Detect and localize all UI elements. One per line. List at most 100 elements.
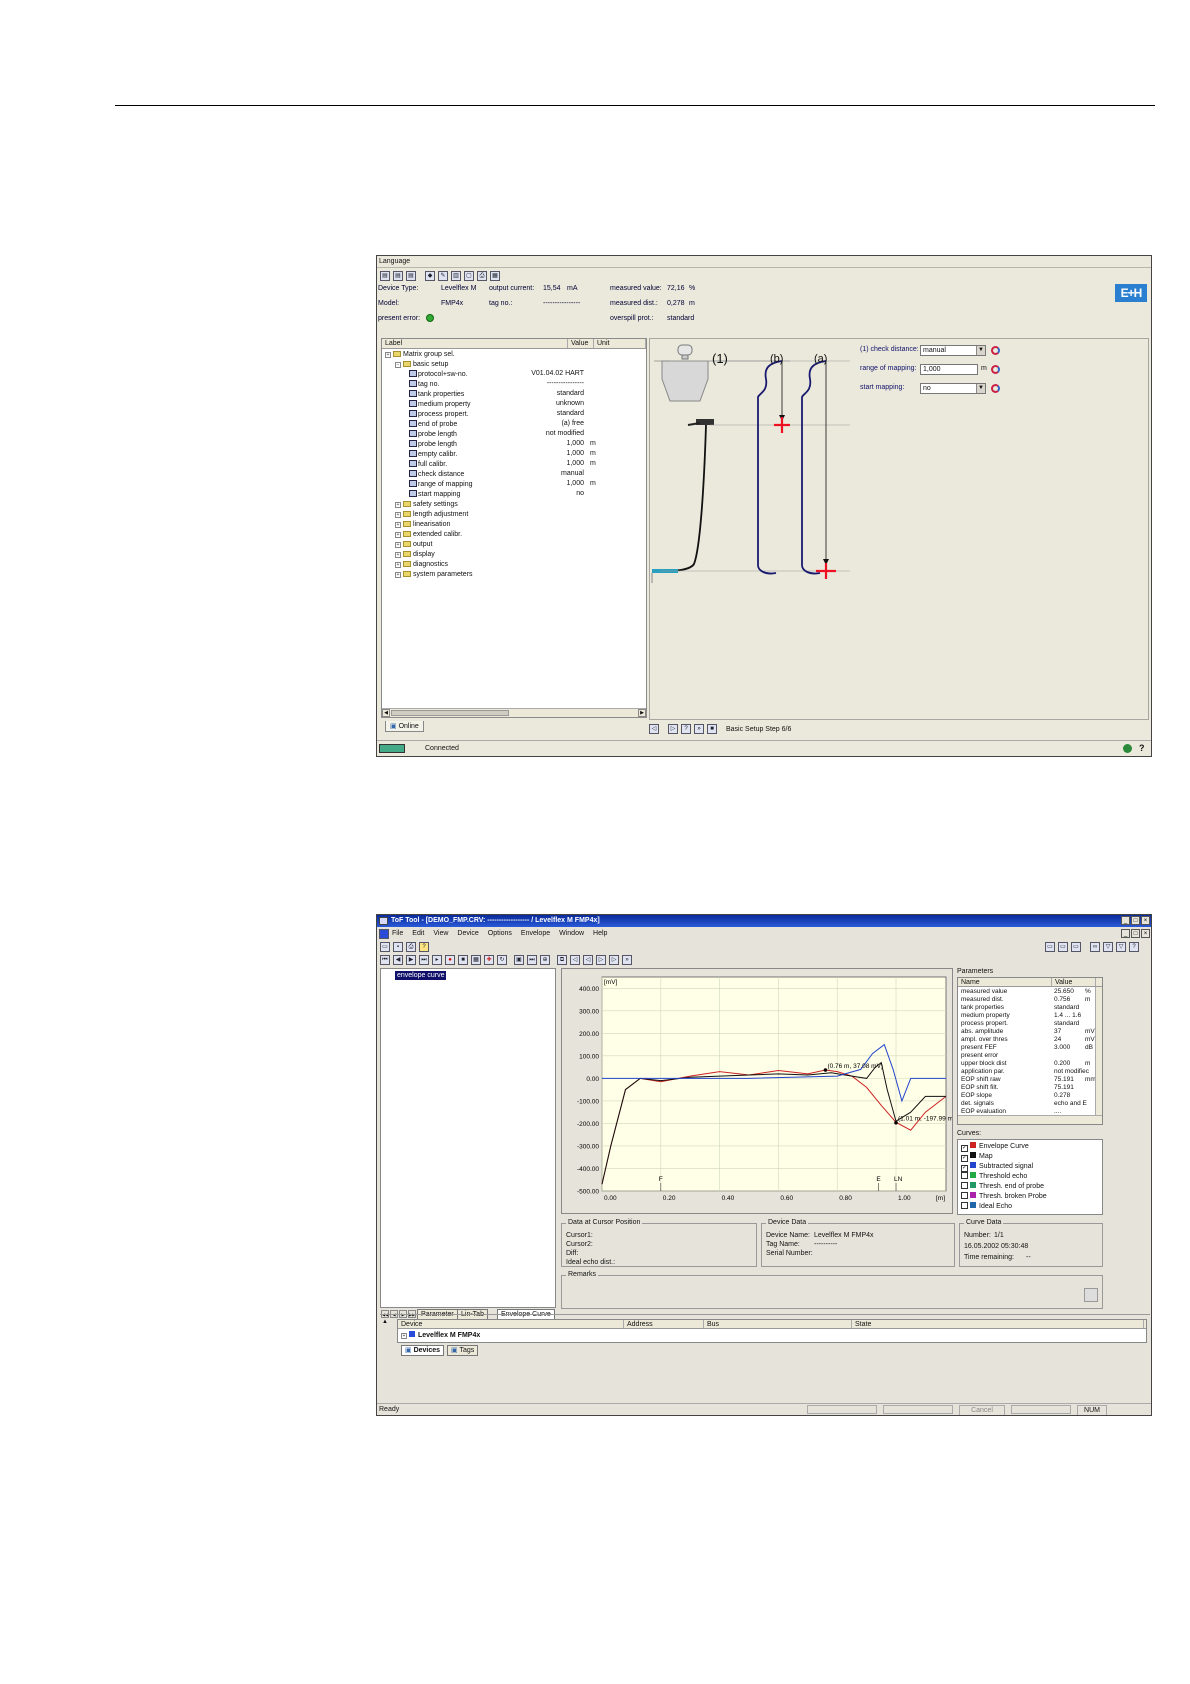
filter-2-icon[interactable]: ▽ [1116, 941, 1126, 952]
tree-item[interactable]: probe length [409, 440, 457, 450]
record-icon[interactable]: ● [445, 954, 455, 965]
expand-icon[interactable]: + [385, 352, 391, 358]
cancel-button[interactable]: Cancel [959, 1405, 1005, 1415]
device-row[interactable]: + Levelflex M FMP4x [401, 1331, 480, 1340]
menu-item[interactable]: Edit [412, 930, 424, 937]
table-view-3-icon[interactable]: ▤ [406, 271, 416, 281]
scroll-right-icon[interactable]: ▶ [638, 709, 646, 717]
child-restore-button[interactable]: □ [1131, 929, 1140, 938]
tree-group[interactable]: + system parameters [395, 570, 473, 580]
table-view-icon[interactable]: ▤ [380, 271, 390, 281]
help-question-icon[interactable]: ? [419, 941, 429, 952]
last-icon[interactable]: ⏭ [419, 954, 429, 965]
finish-icon[interactable]: ■ [707, 724, 717, 734]
first-icon[interactable]: ⏮ [380, 954, 390, 965]
tree-item[interactable]: range of mapping [409, 480, 472, 490]
device-tab[interactable]: ▣ Tags [447, 1345, 479, 1356]
nav-1-icon[interactable]: ◁ [570, 954, 580, 965]
copy-icon[interactable]: ⧉ [557, 954, 567, 965]
curve-item[interactable]: Ideal Echo [961, 1202, 1012, 1211]
scroll-left-icon[interactable]: ◀ [382, 709, 390, 717]
expand-icon[interactable]: + [395, 562, 401, 568]
curve-item[interactable]: ✓ Envelope Curve [961, 1142, 1029, 1152]
stop-icon[interactable]: ■ [458, 954, 468, 965]
splitter[interactable] [380, 1314, 1150, 1315]
checkbox-checked-icon[interactable]: ✓ [961, 1165, 968, 1172]
curve-item[interactable]: Thresh. end of probe [961, 1182, 1044, 1191]
tree-group[interactable]: + safety settings [395, 500, 458, 510]
checkbox-icon[interactable] [961, 1202, 968, 1209]
params-col-value[interactable]: Value [1052, 978, 1096, 986]
zoom-icon[interactable]: ⊕ [540, 954, 550, 965]
dropdown-arrow-icon[interactable]: ▼ [976, 346, 985, 355]
expand-icon[interactable]: + [395, 502, 401, 508]
book-icon[interactable]: ◆ [425, 271, 435, 281]
rewind-icon[interactable]: ◀ [393, 954, 403, 965]
edit-icon[interactable]: ✎ [438, 271, 448, 281]
menu-item[interactable]: Help [593, 930, 607, 937]
tree-item[interactable]: protocol+sw-no. [409, 370, 468, 380]
filter-icon[interactable]: ▽ [1103, 941, 1113, 952]
expand-device-icon[interactable]: + [401, 1333, 407, 1339]
checkbox-icon[interactable] [961, 1192, 968, 1199]
expand-icon[interactable]: + [395, 572, 401, 578]
menu-item[interactable]: Options [488, 930, 512, 937]
help-icon[interactable]: ? [1139, 743, 1145, 753]
child-minimize-button[interactable]: _ [1121, 929, 1130, 938]
next-icon[interactable]: » [694, 724, 704, 734]
save-icon[interactable]: ▪ [393, 941, 403, 952]
marker-icon[interactable]: ✚ [484, 954, 494, 965]
field-input[interactable]: manual ▼ [920, 345, 986, 356]
params-v-scrollbar[interactable] [1095, 987, 1102, 1115]
checkbox-checked-icon[interactable]: ✓ [961, 1145, 968, 1152]
device-col-header[interactable]: State [852, 1320, 1144, 1328]
grid-icon[interactable]: ▦ [471, 954, 481, 965]
print-icon[interactable]: ⎙ [406, 941, 416, 952]
h-scrollbar[interactable]: ◀ ▶ [382, 708, 646, 717]
expand-icon[interactable]: + [395, 532, 401, 538]
tree-item[interactable]: tag no. [409, 380, 439, 390]
view-3-icon[interactable]: ▭ [1071, 941, 1081, 952]
curve-item[interactable]: ✓ Subtracted signal [961, 1162, 1033, 1172]
tree-item[interactable]: check distance [409, 470, 464, 480]
expand-icon[interactable]: + [395, 512, 401, 518]
expand-icon[interactable]: + [395, 542, 401, 548]
tree-root[interactable]: + Matrix group sel. [385, 350, 455, 360]
tree-item[interactable]: end of probe [409, 420, 457, 430]
col-unit-header[interactable]: Unit [594, 339, 646, 348]
tree-group-basic-setup[interactable]: − basic setup [395, 360, 448, 370]
fastforward-icon[interactable]: ▶ [406, 954, 416, 965]
pin-icon[interactable]: ▲ [382, 1319, 390, 1327]
col-label-header[interactable]: Label [382, 339, 568, 348]
binoculars-icon[interactable]: ∞ [1090, 941, 1100, 952]
refresh-icon[interactable]: ↻ [497, 954, 507, 965]
envelope-chart[interactable]: 400.00 300.00 200.00 100.00 0.00 -100.00 -200.… [562, 969, 952, 1213]
refresh-icon[interactable] [991, 346, 1000, 355]
tree-item[interactable]: start mapping [409, 490, 460, 500]
language-menu[interactable]: Language [377, 256, 1151, 268]
menu-item[interactable]: Device [457, 930, 478, 937]
tree-item[interactable]: full calibr. [409, 460, 447, 470]
skip-icon[interactable]: ⏭ [527, 954, 537, 965]
curve-item[interactable]: ✓ Map [961, 1152, 993, 1162]
menu-item[interactable]: View [433, 930, 448, 937]
device-col-header[interactable]: Device [398, 1320, 624, 1328]
curve-item[interactable]: Threshold echo [961, 1172, 1027, 1181]
help-step-icon[interactable]: ? [681, 724, 691, 734]
frame-icon[interactable]: ▣ [514, 954, 524, 965]
refresh-icon[interactable] [991, 365, 1000, 374]
tree-group[interactable]: + length adjustment [395, 510, 468, 520]
tree-item[interactable]: medium property [409, 400, 471, 410]
remarks-button[interactable] [1084, 1288, 1098, 1302]
nav-2-icon[interactable]: ◁ [583, 954, 593, 965]
child-close-button[interactable]: × [1141, 929, 1150, 938]
checkbox-checked-icon[interactable]: ✓ [961, 1155, 968, 1162]
chart-icon[interactable]: ▥ [451, 271, 461, 281]
context-help-icon[interactable]: ? [1129, 941, 1139, 952]
back-icon[interactable]: ◁ [649, 724, 659, 734]
menu-item[interactable]: Envelope [521, 930, 550, 937]
close-button[interactable]: × [1141, 916, 1150, 925]
grid-icon[interactable]: ▦ [490, 271, 500, 281]
col-value-header[interactable]: Value [568, 339, 594, 348]
dropdown-arrow-icon[interactable]: ▼ [976, 384, 985, 393]
